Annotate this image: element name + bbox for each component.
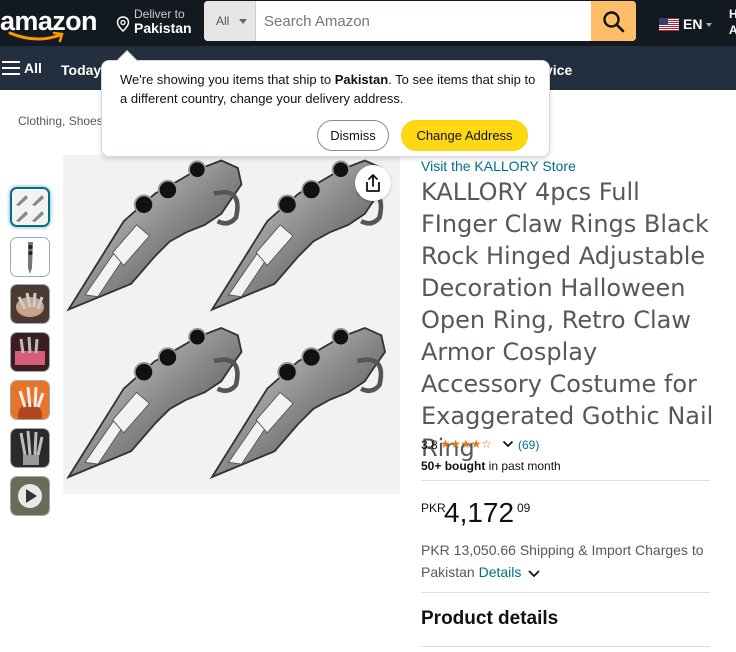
price-currency: PKR <box>421 501 446 515</box>
thumbnail-single-claw[interactable] <box>10 237 50 277</box>
change-address-button[interactable]: Change Address <box>401 120 528 151</box>
pink-hand-thumb-image <box>11 333 49 371</box>
amazon-logo[interactable]: amazon <box>0 5 100 43</box>
dismiss-button[interactable]: Dismiss <box>317 120 389 151</box>
divider <box>421 646 710 647</box>
popover-country: Pakistan <box>334 72 389 87</box>
breadcrumb[interactable]: Clothing, Shoes <box>18 114 103 128</box>
price-whole: 4,172 <box>444 497 515 528</box>
deliver-to[interactable]: Deliver to Pakistan <box>116 6 200 40</box>
language-code: EN <box>683 16 703 32</box>
chevron-down-icon[interactable] <box>502 437 514 451</box>
price-fraction: 09 <box>517 501 531 515</box>
halloween-hand-thumb-image <box>11 381 49 419</box>
chevron-down-icon[interactable] <box>527 566 541 580</box>
thumbnail-halloween-hand[interactable] <box>10 380 50 420</box>
all-menu-label: All <box>24 60 42 76</box>
claw-rings-image <box>63 155 400 494</box>
location-pin-icon <box>116 16 130 32</box>
divider <box>421 592 710 593</box>
search-bar: All <box>204 1 636 41</box>
deliver-country: Pakistan <box>134 20 192 36</box>
search-button[interactable] <box>591 1 636 41</box>
main-product-image[interactable] <box>63 155 400 494</box>
popover-message: We're showing you items that ship to Pak… <box>120 70 540 108</box>
search-icon <box>603 11 625 33</box>
hamburger-icon <box>2 61 20 75</box>
bought-count: 50+ bought <box>421 459 486 473</box>
deliver-to-label: Deliver to <box>134 7 185 21</box>
caret-down-icon <box>239 19 247 24</box>
store-link[interactable]: Visit the KALLORY Store <box>421 158 576 174</box>
bought-in-past-month: 50+ bought in past month <box>421 459 561 473</box>
review-count-link[interactable]: (69) <box>518 438 539 452</box>
search-category-select[interactable]: All <box>204 1 256 41</box>
search-category-label: All <box>216 14 230 28</box>
divider <box>421 480 710 481</box>
share-button[interactable] <box>355 165 391 201</box>
caret-down-icon <box>706 23 712 27</box>
product-details-heading: Product details <box>421 608 559 629</box>
share-icon <box>366 174 380 192</box>
video-thumb-image <box>11 477 49 515</box>
popover-message-prefix: We're showing you items that ship to <box>120 72 335 87</box>
thumbnail-ring-claws[interactable] <box>10 187 50 227</box>
account-edge-text[interactable]: HA <box>729 6 736 38</box>
skeleton-hand-thumb-image <box>11 429 49 467</box>
thumbnail-pink-hand[interactable] <box>10 332 50 372</box>
star-rating-icon[interactable]: ★★★★☆ <box>440 437 492 451</box>
thumbnail-worn-hand[interactable] <box>10 284 50 324</box>
thumbnail-skeleton-hand[interactable] <box>10 428 50 468</box>
top-nav: amazon Deliver to Pakistan All EN <box>0 0 736 46</box>
smile-arrow-icon <box>8 31 64 43</box>
claw-ring-thumb-image <box>12 189 48 225</box>
shipping-details-link[interactable]: Details <box>479 564 522 580</box>
thumbnail-video[interactable] <box>10 476 50 516</box>
rating-value: 3.8 <box>421 438 438 452</box>
worn-hand-thumb-image <box>11 285 49 323</box>
search-input[interactable] <box>256 1 591 41</box>
ship-to-popover: We're showing you items that ship to Pak… <box>101 50 550 157</box>
us-flag-icon <box>659 18 679 31</box>
shipping-text: PKR 13,050.66 Shipping & Import Charges … <box>421 542 704 580</box>
shipping-charges: PKR 13,050.66 Shipping & Import Charges … <box>421 539 721 583</box>
single-claw-thumb-image <box>11 238 49 276</box>
bought-period: in past month <box>485 459 561 473</box>
product-title: KALLORY 4pcs Full FInger Claw Rings Blac… <box>421 178 714 462</box>
